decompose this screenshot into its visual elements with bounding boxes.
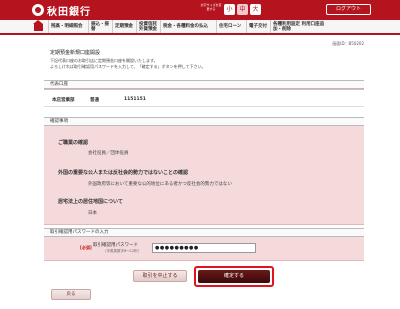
required-badge: [必須] xyxy=(80,245,92,250)
confirm-item-value: 日本 xyxy=(88,211,97,216)
account-type: 普通 xyxy=(90,98,99,103)
confirm-item-title: 居宅法上の居住地国について xyxy=(58,199,123,205)
password-panel: [必須] 取引確認用パスワード （半角英数字6〜12桁） ●●●●●●●●● xyxy=(44,237,364,261)
confirm-section-heading: 確認事項 xyxy=(44,117,364,126)
nav-item-settings[interactable]: 各種利用設定 利用口座追加・削除 xyxy=(270,20,328,33)
nav-item-transfer[interactable]: 振込・振替 xyxy=(88,20,112,33)
password-hint: （半角英数字6〜12桁） xyxy=(103,249,142,253)
confirm-item-value: 会社役員／団体役員 xyxy=(88,151,129,156)
page-description: 下記代表口座のお取引店に定期預金口座を開設いたします。 よろしければ取引確認用パ… xyxy=(50,58,350,70)
nav-item-tax-payment[interactable]: 税金・各種料金の払込 xyxy=(160,20,216,33)
confirm-item-value: 外国政府等において重要な公的地位にある者かつ反社会的勢力ではない xyxy=(88,182,232,187)
password-section-heading: 取引確認用パスワードの入力 xyxy=(44,228,364,237)
bank-logo-icon xyxy=(32,4,44,16)
header-bar: 秋田銀行 文字サイズを変更する 小 中 大 ログアウト xyxy=(0,0,400,20)
bank-name: 秋田銀行 xyxy=(47,7,91,18)
confirm-button[interactable]: 確定する xyxy=(198,270,270,283)
confirm-panel: ご職業の確認 会社役員／団体役員 外国の重要な公人または反社会的勢力ではないこと… xyxy=(44,126,364,225)
account-branch: 本店営業部 xyxy=(52,98,75,103)
password-input[interactable]: ●●●●●●●●● xyxy=(152,243,256,253)
account-section-heading: 代表口座 xyxy=(44,80,364,89)
password-label: 取引確認用パスワード xyxy=(93,243,138,248)
font-size-small-button[interactable]: 小 xyxy=(224,4,235,15)
font-size-label: 文字サイズを変更する xyxy=(200,3,222,11)
font-size-medium-button[interactable]: 中 xyxy=(237,4,248,15)
screen-id: 画面ID：B50202 xyxy=(332,41,364,46)
nav-item-housing-loan[interactable]: 住宅ローン xyxy=(216,20,246,33)
description-line-2: よろしければ取引確認用パスワードを入力して、「確定する」ボタンを押して下さい。 xyxy=(50,64,206,69)
home-icon[interactable] xyxy=(33,20,43,31)
confirm-item-title: 外国の重要な公人または反社会的勢力ではないことの確認 xyxy=(58,170,188,176)
main-nav: 残高・明細照会 振込・振替 定期預金 投資信託 外貨預金 税金・各種料金の払込 … xyxy=(0,20,400,35)
back-button[interactable]: 戻る xyxy=(51,289,91,300)
nav-item-e-delivery[interactable]: 電子交付 xyxy=(246,20,270,33)
nav-item-time-deposit[interactable]: 定期預金 xyxy=(112,20,136,33)
logout-button[interactable]: ログアウト xyxy=(326,4,371,15)
confirm-button-highlight: 確定する xyxy=(194,266,274,287)
account-number: 1151151 xyxy=(124,97,146,102)
account-spacer xyxy=(44,89,364,90)
nav-item-balance[interactable]: 残高・明細照会 xyxy=(48,20,88,33)
confirm-item-title: ご職業の確認 xyxy=(58,140,89,146)
font-size-large-button[interactable]: 大 xyxy=(250,4,261,15)
cancel-transaction-button[interactable]: 取引を中止する xyxy=(133,270,187,282)
page-title: 定期預金新規口座開設 xyxy=(50,50,101,56)
account-row: 本店営業部 普通 1151151 xyxy=(44,91,364,107)
nav-item-investment[interactable]: 投資信託 外貨預金 xyxy=(136,20,160,33)
